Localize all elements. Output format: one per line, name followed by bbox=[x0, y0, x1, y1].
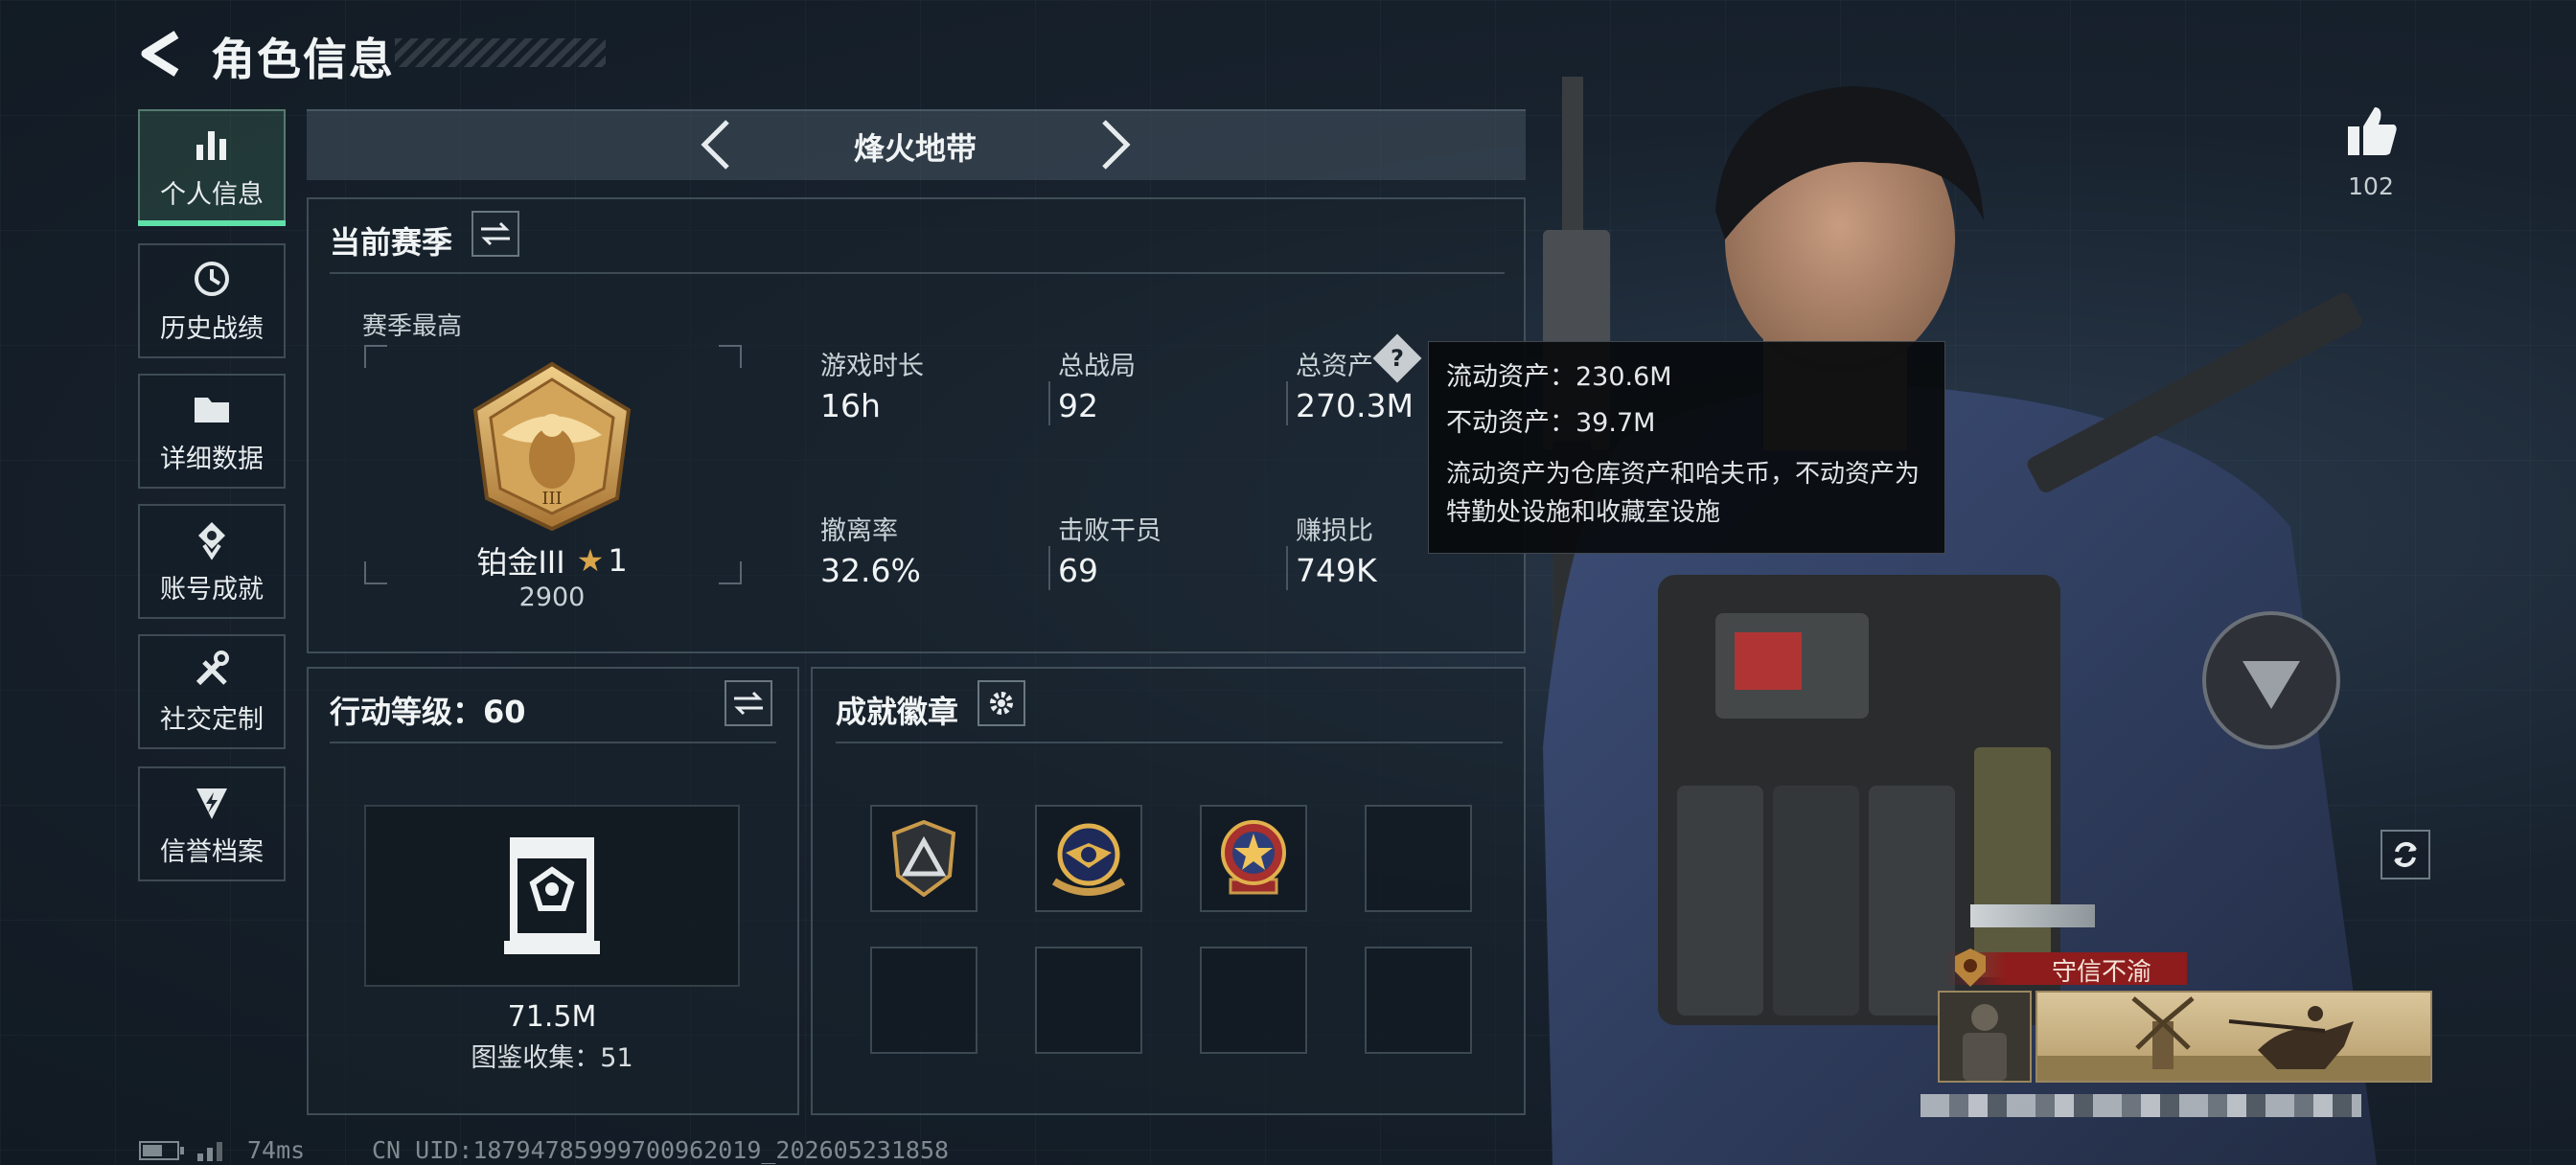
season-title: 当前赛季 bbox=[330, 224, 453, 261]
badge-slot-empty[interactable] bbox=[1200, 947, 1307, 1054]
help-icon[interactable]: ? bbox=[1380, 341, 1414, 376]
badge-slot[interactable] bbox=[1035, 805, 1142, 912]
mode-prev-arrow-icon[interactable] bbox=[695, 116, 737, 173]
back-arrow-icon[interactable] bbox=[134, 27, 188, 80]
stat-divider bbox=[1286, 546, 1288, 590]
stat-label: 击败干员 bbox=[1058, 516, 1162, 546]
mode-label: 烽火地带 bbox=[853, 130, 977, 167]
history-clock-icon bbox=[195, 261, 229, 296]
badge-slot-empty[interactable] bbox=[1365, 805, 1472, 912]
sidebar-item-label: 历史战绩 bbox=[160, 313, 264, 344]
badge-slot[interactable] bbox=[1200, 805, 1307, 912]
stat-value: 69 bbox=[1058, 552, 1098, 589]
avatar-figure bbox=[1963, 1004, 2007, 1081]
stat-divider bbox=[1286, 381, 1288, 425]
achievements-title: 成就徽章 bbox=[836, 694, 959, 730]
wrench-screwdriver-icon bbox=[196, 650, 229, 685]
stat-value: 92 bbox=[1058, 387, 1098, 424]
sidebar-item-detailed-data[interactable]: 详细数据 bbox=[138, 374, 286, 489]
rank-stars: 1 bbox=[608, 542, 628, 579]
stat-value: 16h bbox=[820, 387, 881, 424]
frame-corner bbox=[719, 561, 742, 584]
star-medal-badge-icon bbox=[1221, 820, 1286, 895]
sidebar-item-social[interactable]: 社交定制 bbox=[138, 634, 286, 749]
stat-label: 赚损比 bbox=[1296, 516, 1373, 546]
player-tag: 守信不渝 bbox=[2051, 958, 2151, 987]
swap-arrows-icon bbox=[481, 221, 510, 246]
player-avatar bbox=[1938, 991, 2032, 1083]
badge-slot-empty[interactable] bbox=[1365, 947, 1472, 1054]
sidebar-item-achievements[interactable]: 账号成就 bbox=[138, 504, 286, 619]
player-banner bbox=[2036, 991, 2432, 1083]
stat-divider bbox=[1048, 546, 1050, 590]
ping-display: 74ms bbox=[247, 1136, 306, 1164]
eagle-crest-badge-icon bbox=[1051, 823, 1126, 896]
mode-next-arrow-icon[interactable] bbox=[1094, 116, 1137, 173]
tag-emblem-icon bbox=[1955, 948, 1986, 987]
action-level-title: 行动等级：60 bbox=[330, 694, 526, 730]
stat-label: 撤离率 bbox=[820, 516, 898, 546]
swap-arrows-icon bbox=[734, 691, 763, 716]
banner-art bbox=[2037, 996, 2430, 1081]
achievement-icon bbox=[198, 521, 225, 560]
title-decoration bbox=[395, 38, 606, 67]
folder-icon bbox=[195, 397, 229, 423]
rank-emblem-icon: III bbox=[472, 361, 632, 532]
shield-bolt-icon bbox=[196, 788, 227, 819]
season-title-rule bbox=[330, 272, 1505, 274]
frame-corner bbox=[719, 345, 742, 368]
action-level-switch-button[interactable] bbox=[724, 680, 772, 726]
rank-line: 铂金III ★ 1 bbox=[383, 538, 721, 582]
tooltip-fixed: 不动资产：39.7M bbox=[1446, 408, 1656, 438]
achievements-rule bbox=[836, 742, 1503, 743]
sidebar-item-credit[interactable]: 信誉档案 bbox=[138, 766, 286, 881]
battery-signal-icon bbox=[139, 1141, 222, 1161]
stat-divider bbox=[1048, 381, 1050, 425]
achievements-settings-button[interactable] bbox=[978, 680, 1025, 726]
sidebar-item-personal-info[interactable]: 个人信息 bbox=[138, 109, 286, 226]
rank-name: 铂金III bbox=[476, 544, 565, 581]
player-name-redacted bbox=[1970, 904, 2095, 927]
collection-case-icon bbox=[504, 837, 600, 954]
asset-tooltip: 流动资产：230.6M 不动资产：39.7M 流动资产为仓库资产和哈夫币，不动资… bbox=[1428, 341, 1945, 554]
sidebar-item-label: 个人信息 bbox=[160, 179, 264, 210]
sidebar-item-label: 详细数据 bbox=[160, 444, 264, 474]
svg-text:III: III bbox=[541, 489, 562, 509]
gear-icon bbox=[990, 692, 1013, 715]
tooltip-description: 流动资产为仓库资产和哈夫币，不动资产为特勤处设施和收藏室设施 bbox=[1446, 460, 1920, 527]
bar-chart-icon bbox=[196, 130, 226, 160]
player-info-redacted bbox=[1920, 1094, 2361, 1117]
badge-slot[interactable] bbox=[870, 805, 978, 912]
badge-slot-empty[interactable] bbox=[870, 947, 978, 1054]
stat-value: 270.3M bbox=[1296, 387, 1414, 424]
stat-label: 总资产 bbox=[1296, 352, 1373, 381]
stat-label: 总战局 bbox=[1058, 352, 1136, 381]
collection-count: 图鉴收集：51 bbox=[471, 1043, 633, 1073]
star-icon: ★ bbox=[576, 542, 605, 579]
sidebar-item-label: 信誉档案 bbox=[160, 836, 264, 867]
triangle-badge-icon bbox=[891, 820, 956, 897]
page-title: 角色信息 bbox=[211, 34, 395, 85]
rotate-button[interactable] bbox=[2380, 830, 2430, 879]
season-peak-label: 赛季最高 bbox=[362, 312, 463, 341]
stat-label: 游戏时长 bbox=[820, 352, 924, 381]
sidebar-item-label: 社交定制 bbox=[160, 704, 264, 735]
sidebar-item-label: 账号成就 bbox=[160, 574, 264, 605]
tooltip-liquid: 流动资产：230.6M bbox=[1446, 362, 1672, 392]
season-switch-button[interactable] bbox=[472, 211, 519, 257]
action-level-rule bbox=[330, 742, 776, 743]
badge-slot-empty[interactable] bbox=[1035, 947, 1142, 1054]
frame-corner bbox=[364, 345, 387, 368]
like-count: 102 bbox=[2348, 172, 2394, 200]
sidebar-item-history[interactable]: 历史战绩 bbox=[138, 243, 286, 358]
collection-value: 71.5M bbox=[507, 1000, 597, 1034]
stat-value: 32.6% bbox=[820, 552, 921, 589]
rotate-icon bbox=[2394, 841, 2417, 868]
stat-value: 749K bbox=[1296, 552, 1377, 589]
rank-score: 2900 bbox=[518, 582, 586, 612]
thumbs-up-icon[interactable] bbox=[2344, 103, 2400, 159]
uid-display: CN UID:18794785999700962019_202605231858 bbox=[372, 1136, 950, 1164]
